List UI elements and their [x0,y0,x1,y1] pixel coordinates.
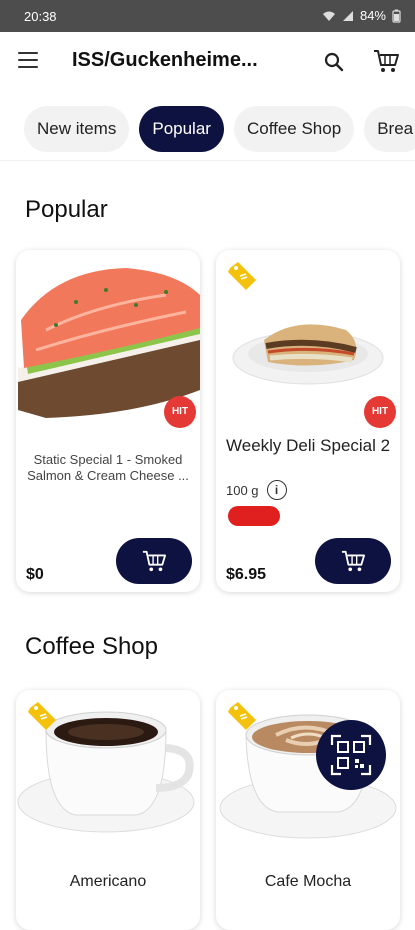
product-card[interactable]: Cafe Mocha [216,690,400,930]
section-title-coffee-shop: Coffee Shop [25,633,158,660]
product-name[interactable]: Cafe Mocha [226,874,390,890]
status-time: 20:38 [24,9,57,24]
price-tag-icon [228,262,256,290]
section-title-popular: Popular [25,196,108,223]
weight-value: 100 g [226,482,259,498]
battery-icon [392,9,401,23]
product-card[interactable]: HIT Weekly Deli Special 2 100 g i $6.95 [216,250,400,592]
tab-new-items[interactable]: New items [24,106,130,152]
product-weight: 100 g i [226,480,287,500]
status-bar: 20:38 84% [0,0,415,32]
app-bar: ISS/Guckenheime... [0,32,415,90]
price-tag-icon [28,702,56,730]
search-icon[interactable] [322,50,346,74]
status-badge [228,506,280,526]
info-icon[interactable]: i [266,480,287,500]
wifi-icon [322,11,335,21]
product-name[interactable]: Americano [26,874,190,890]
hit-badge: HIT [364,396,396,428]
category-tabs: New items Popular Coffee Shop Brea [0,100,415,161]
product-price: $6.95 [226,566,267,583]
tab-popular[interactable]: Popular [139,106,224,152]
cart-icon [142,550,166,572]
product-card[interactable]: Americano [16,690,200,930]
qr-scan-icon [330,734,372,776]
hit-badge: HIT [164,396,196,428]
product-name[interactable]: Static Special 1 - Smoked Salmon & Cream… [26,452,190,484]
status-icons: 84% [322,8,401,23]
product-price: $0 [26,566,44,583]
menu-icon[interactable] [18,52,38,70]
cart-icon [341,550,365,572]
signal-icon [342,10,353,21]
add-to-cart-button[interactable] [116,538,192,584]
product-card[interactable]: HIT Static Special 1 - Smoked Salmon & C… [16,250,200,592]
battery-percent: 84% [359,8,386,23]
product-name[interactable]: Weekly Deli Special 2 [226,436,396,456]
qr-scan-button[interactable] [316,720,386,790]
price-tag-icon [228,702,256,730]
add-to-cart-button[interactable] [315,538,391,584]
tab-coffee-shop[interactable]: Coffee Shop [233,106,355,152]
tab-breakfast[interactable]: Brea [364,106,415,152]
cart-icon[interactable] [372,48,400,74]
page-title: ISS/Guckenheime... [72,49,258,71]
